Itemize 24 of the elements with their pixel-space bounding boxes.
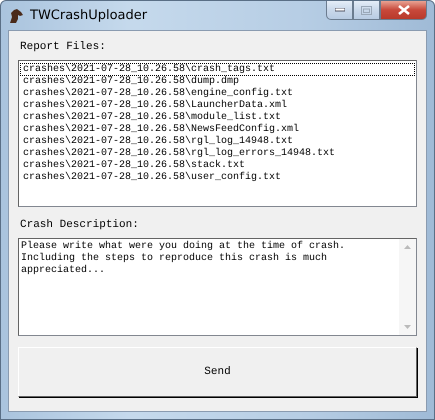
file-list-item[interactable]: crashes\2021-07-28_10.26.58\LauncherData.xml xyxy=(20,99,415,112)
crash-description-label: Crash Description: xyxy=(20,219,140,231)
scroll-down-icon xyxy=(404,325,411,329)
minimize-icon xyxy=(334,8,344,12)
file-list-item[interactable]: crashes\2021-07-28_10.26.58\rgl_log_14948.txt xyxy=(20,135,415,148)
maximize-button[interactable] xyxy=(353,1,380,20)
file-list-item[interactable]: crashes\2021-07-28_10.26.58\crash_tags.txt xyxy=(20,63,415,76)
file-list-item[interactable]: crashes\2021-07-28_10.26.58\NewsFeedConfig.xml xyxy=(20,123,415,136)
file-list-item[interactable]: crashes\2021-07-28_10.26.58\user_config.txt xyxy=(20,171,415,184)
close-button[interactable] xyxy=(380,1,427,20)
file-list-item[interactable]: crashes\2021-07-28_10.26.58\module_list.txt xyxy=(20,111,415,124)
scroll-up-icon xyxy=(404,245,411,249)
horse-icon xyxy=(8,8,24,24)
minimize-button[interactable] xyxy=(326,1,353,20)
report-files-label: Report Files: xyxy=(20,41,107,53)
file-list-item[interactable]: crashes\2021-07-28_10.26.58\stack.txt xyxy=(20,159,415,172)
close-icon xyxy=(398,5,410,15)
description-field[interactable]: Please write what were you doing at the time of crash. Including the steps to reproduce this crash is much appreciated... xyxy=(18,238,417,336)
send-button[interactable]: Send xyxy=(18,347,417,397)
maximize-icon xyxy=(361,6,372,14)
window-title: TWCrashUploader xyxy=(30,8,148,23)
file-list-item[interactable]: crashes\2021-07-28_10.26.58\engine_config.txt xyxy=(20,87,415,100)
file-list-item[interactable]: crashes\2021-07-28_10.26.58\dump.dmp xyxy=(20,75,415,88)
file-list-item[interactable]: crashes\2021-07-28_10.26.58\rgl_log_errors_14948.txt xyxy=(20,147,415,160)
